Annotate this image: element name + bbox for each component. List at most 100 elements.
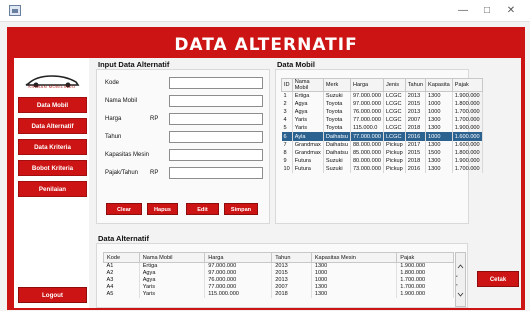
sidebar-item-bobot-kriteria[interactable]: Bobot Kriteria (18, 160, 87, 176)
table-cell: Pickup (383, 148, 406, 157)
nama-mobil-label: Nama Mobil (105, 98, 138, 104)
table-cell: Futura (292, 165, 324, 174)
tahun-field[interactable] (169, 131, 263, 143)
kapasitas-mesin-field[interactable] (169, 149, 263, 161)
table-cell: 2013 (271, 276, 312, 284)
table-row[interactable]: A5 Yaris 115.000.000 2018 1300 1.900.000 (103, 290, 454, 298)
table-cell: 2013 (405, 91, 426, 100)
table-cell: Grandmax (292, 148, 324, 157)
alternatif-col-header[interactable]: Pajak (396, 252, 454, 263)
sidebar-item-data-mobil[interactable]: Data Mobil (18, 97, 87, 113)
logout-button[interactable]: Logout (18, 287, 87, 303)
table-cell: 97.000.000 (204, 269, 273, 277)
sidebar-item-data-alternatif[interactable]: Data Alternatif (18, 118, 87, 134)
table-cell: Ertiga (139, 262, 206, 270)
minimize-button[interactable]: — (453, 3, 473, 18)
mobil-col-header[interactable]: Merk (322, 78, 351, 92)
table-cell: 1300 (425, 91, 453, 100)
scroll-arrows-icon (452, 264, 464, 297)
alternatif-table-title: Data Alternatif (98, 234, 149, 243)
table-cell: Pickup (383, 140, 406, 149)
edit-button[interactable]: Edit (186, 203, 219, 215)
table-row[interactable]: A2 Agya 97.000.000 2015 1000 1.800.000 (103, 269, 454, 277)
table-row[interactable]: 3 Agya Toyota 76.000.000 LCGC 2013 1000 1.700.0… (281, 107, 483, 117)
table-cell: Yaris (292, 124, 324, 133)
table-cell: 1.900.000 (452, 124, 483, 133)
table-cell: 73.000.000 (350, 165, 384, 174)
table-cell: LCGC (383, 116, 406, 125)
table-cell: 1300 (425, 116, 453, 125)
mobil-col-header[interactable]: Jenis (382, 78, 406, 92)
table-cell: 88.000.000 (350, 140, 384, 149)
table-cell: 1.700.000 (452, 116, 483, 125)
alternatif-col-header[interactable]: Nama Mobil (138, 252, 206, 263)
alternatif-col-header[interactable]: Tahun (271, 252, 312, 263)
harga-field[interactable] (169, 113, 263, 125)
table-cell: 1300 (425, 140, 453, 149)
title-bar: — □ ✕ (0, 0, 530, 22)
cetak-button[interactable]: Cetak (477, 271, 519, 287)
alternatif-col-header[interactable]: Kode (103, 252, 140, 263)
table-row[interactable]: 9 Futura Suzuki 80.000.000 Pickup 2018 1300 1.9… (281, 157, 483, 166)
table-cell: 1.900.000 (452, 157, 483, 166)
app-window: — □ ✕ DATA ALTERNATIF KIRWAN MOBILINDO D… (0, 0, 530, 311)
page-title: DATA ALTERNATIF (11, 30, 521, 58)
pajak-field[interactable] (169, 167, 263, 179)
mobil-table[interactable]: ID Nama Mobil Merk Harga Jenis Tahun Kapasita P… (281, 78, 483, 174)
mobil-col-header[interactable]: Kapasita (424, 78, 453, 92)
mobil-col-header[interactable]: Tahun (404, 78, 426, 92)
sidebar-item-data-kriteria[interactable]: Data Kriteria (18, 139, 87, 155)
mobil-col-header[interactable]: ID (281, 78, 293, 92)
table-cell: Daihatsu (323, 148, 351, 157)
table-row[interactable]: 2 Agya Toyota 97.000.000 LCGC 2015 1000 1.800.0… (281, 99, 483, 108)
table-cell: 77.000.000 (350, 132, 384, 141)
pajak-label: Pajak/Tahun (105, 170, 139, 176)
table-cell: 9 (281, 157, 293, 166)
table-cell: 1000 (311, 276, 398, 284)
table-row[interactable]: 6 Ayla Daihatsu 77.000.000 LCGC 2016 1000 1.600… (281, 132, 483, 141)
table-cell: 97.000.000 (350, 91, 384, 100)
table-cell: 97.000.000 (350, 99, 384, 108)
table-cell: Suzuki (323, 157, 351, 166)
harga-label: Harga (105, 116, 122, 122)
hapus-button[interactable]: Hapus (147, 203, 178, 215)
nama-mobil-field[interactable] (169, 95, 263, 107)
simpan-button[interactable]: Simpan (224, 203, 258, 215)
table-cell: 2015 (405, 148, 426, 157)
table-cell: 1.900.000 (452, 91, 483, 100)
table-row[interactable]: 7 Grandmax Daihatsu 88.000.000 Pickup 2017 130… (281, 140, 483, 149)
mobil-col-header[interactable]: Pajak (451, 78, 483, 92)
clear-button[interactable]: Clear (106, 203, 142, 215)
kode-field[interactable] (169, 77, 263, 89)
alternatif-scrollbar[interactable] (452, 252, 466, 307)
table-cell: 2015 (271, 269, 312, 277)
table-row[interactable]: A1 Ertiga 97.000.000 2013 1300 1.900.000 (103, 262, 454, 270)
table-row[interactable]: 8 Grandmax Daihatsu 85.000.000 Pickup 2015 150… (281, 148, 483, 157)
table-row[interactable]: A4 Yaris 77.000.000 2007 1300 1.700.000 (103, 283, 454, 291)
table-row[interactable]: 1 Ertiga Suzuki 97.000.000 LCGC 2013 1300 1.900… (281, 91, 483, 100)
form-title: Input Data Alternatif (98, 60, 170, 69)
table-cell: 1300 (311, 283, 398, 291)
table-cell: 2016 (405, 132, 426, 141)
table-cell: 77.000.000 (350, 116, 384, 125)
tahun-label: Tahun (105, 134, 122, 140)
mobil-col-header[interactable]: Nama Mobil (291, 78, 324, 92)
table-cell: 80.000.000 (350, 157, 384, 166)
table-cell: Agya (292, 107, 324, 117)
mobil-col-header[interactable]: Harga (349, 78, 384, 92)
table-cell: Daihatsu (323, 132, 351, 141)
table-row[interactable]: 4 Yaris Toyota 77.000.000 LCGC 2007 1300 1.700.… (281, 116, 483, 125)
sidebar-item-penilaian[interactable]: Penilaian (18, 181, 87, 197)
maximize-button[interactable]: □ (477, 3, 497, 18)
close-button[interactable]: ✕ (501, 3, 521, 18)
alternatif-col-header[interactable]: Harga (204, 252, 273, 263)
alternatif-col-header[interactable]: Kapasitas Mesin (310, 252, 398, 263)
table-row[interactable]: 5 Yaris Toyota 115.000.0 LCGC 2018 1300 1.900.0… (281, 124, 483, 133)
table-cell: 1.800.000 (396, 269, 454, 277)
table-row[interactable]: 10 Futura Suzuki 73.000.000 Pickup 2016 1300 1.… (281, 165, 483, 174)
logo-text: KIRWAN MOBILINDO (28, 84, 76, 89)
pajak-prefix: RP (150, 170, 159, 176)
alternatif-table[interactable]: Kode Nama Mobil Harga Tahun Kapasitas Mesin P… (103, 252, 454, 298)
table-cell: 8 (281, 148, 293, 157)
table-row[interactable]: A3 Agya 76.000.000 2013 1000 1.700.000 (103, 276, 454, 284)
